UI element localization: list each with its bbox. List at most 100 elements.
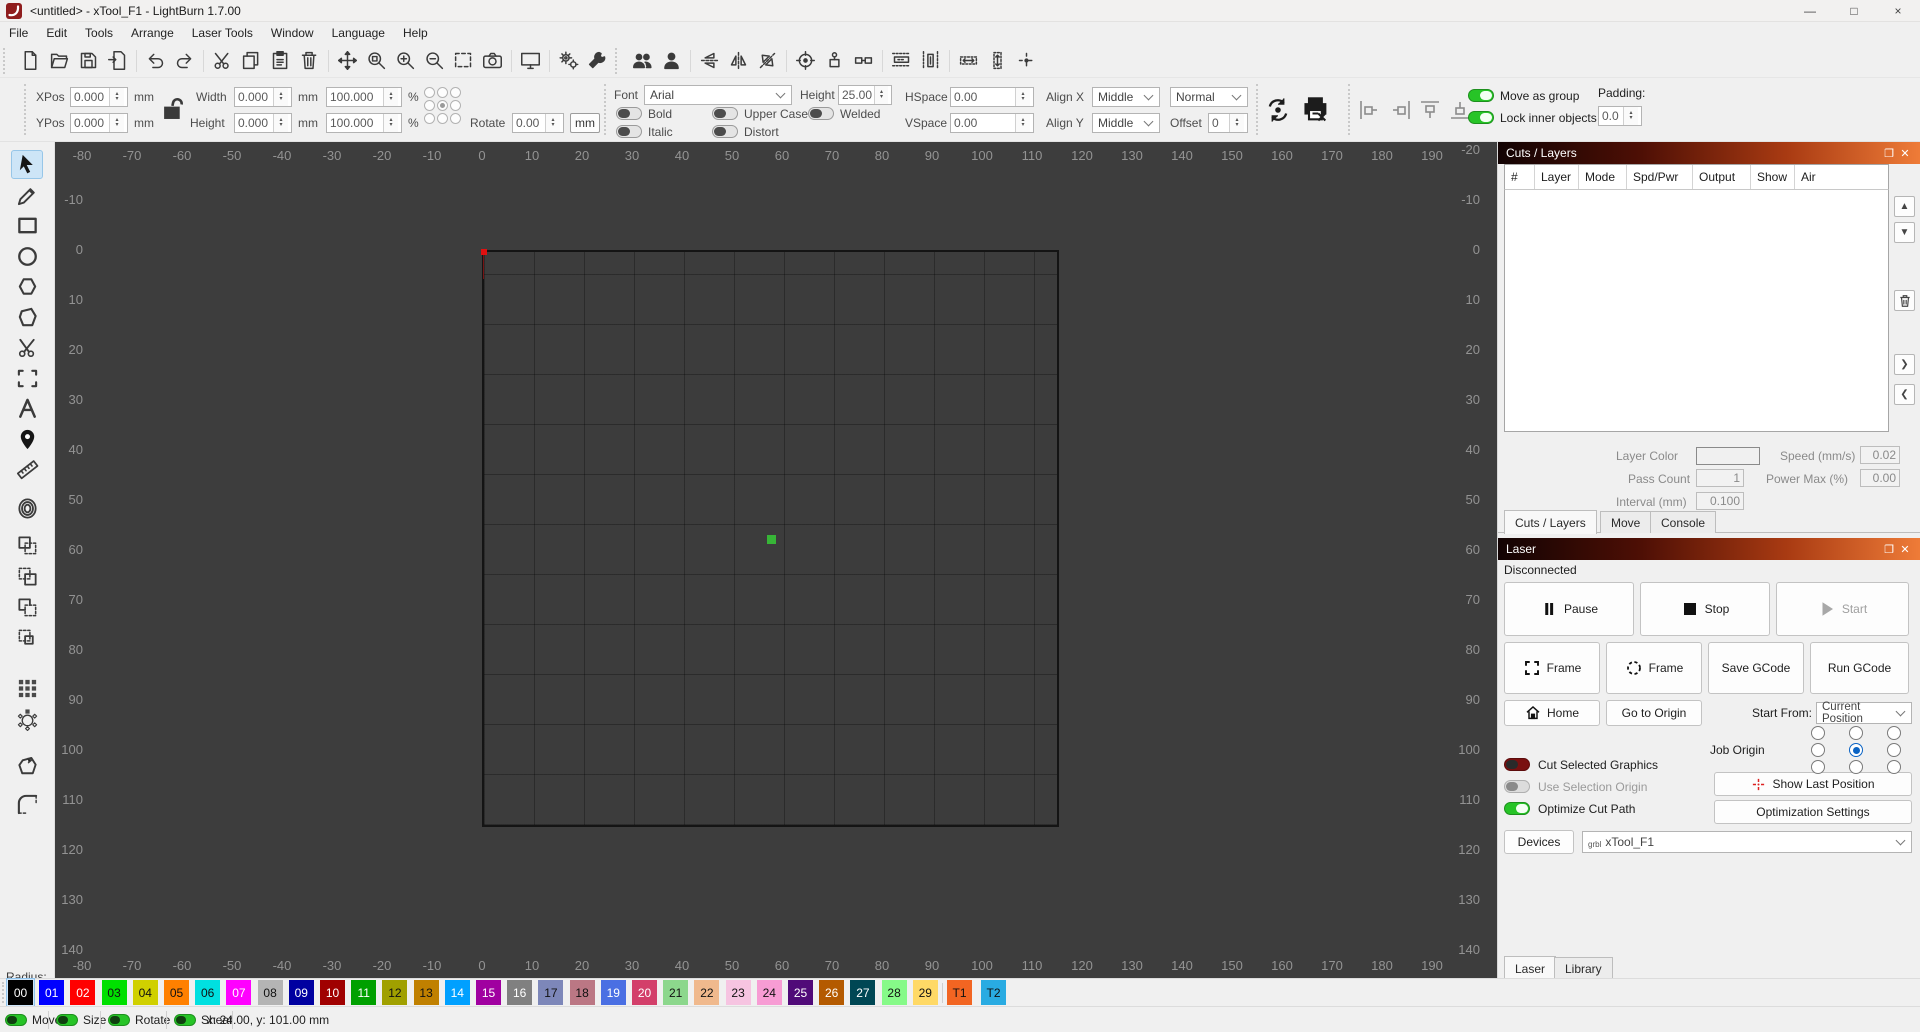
toolbar-handle[interactable] (604, 84, 606, 135)
ypos-spinner[interactable]: ▴ ▾ (109, 114, 124, 132)
toolbar-handle[interactable] (24, 84, 26, 135)
anchor-point-grid[interactable] (424, 87, 463, 126)
palette-color-16[interactable]: 16 (507, 980, 533, 1005)
rotate-toggle[interactable] (108, 1014, 130, 1026)
group-icon[interactable] (628, 46, 657, 75)
trim-tool[interactable] (11, 333, 43, 362)
palette-color-19[interactable]: 19 (600, 980, 626, 1005)
push-up-icon[interactable] (1418, 98, 1442, 122)
column-header-show[interactable]: Show (1751, 165, 1795, 189)
push-right-icon[interactable] (1388, 98, 1412, 122)
position-laser-tool[interactable] (11, 425, 43, 454)
status-toggle-rotate[interactable]: Rotate (108, 1007, 170, 1032)
job-origin-radio[interactable] (1849, 760, 1863, 774)
job-origin-radio[interactable] (1849, 726, 1863, 740)
cut-selected-toggle[interactable] (1504, 758, 1530, 771)
palette-color-29[interactable]: 29 (912, 980, 938, 1005)
use-selection-origin-toggle[interactable] (1504, 780, 1530, 793)
polygon-tool[interactable] (11, 272, 43, 301)
column-header-mode[interactable]: Mode (1579, 165, 1627, 189)
show-last-position-button[interactable]: Show Last Position (1714, 772, 1912, 796)
layer-up-button[interactable]: ▲ (1894, 196, 1915, 217)
move-selection-icon[interactable] (849, 46, 878, 75)
palette-color-22[interactable]: 22 (694, 980, 720, 1005)
home-button[interactable]: Home (1504, 700, 1600, 726)
palette-color-24[interactable]: 24 (756, 980, 782, 1005)
lock-aspect-icon[interactable] (160, 96, 186, 122)
save-gcode-button[interactable]: Save GCode (1708, 642, 1804, 694)
palette-color-08[interactable]: 08 (257, 980, 283, 1005)
settings-gears-icon[interactable] (554, 46, 583, 75)
status-toggle-move[interactable]: Move (5, 1007, 61, 1032)
zoom-out-icon[interactable] (420, 46, 449, 75)
font-combo[interactable]: Arial (644, 85, 792, 105)
palette-color-03[interactable]: 03 (101, 980, 127, 1005)
speed-field[interactable]: 0.02 (1860, 446, 1900, 464)
match-width-icon[interactable] (954, 46, 983, 75)
zoom-page-icon[interactable] (362, 46, 391, 75)
import-icon[interactable] (103, 46, 132, 75)
paste-icon[interactable] (266, 46, 295, 75)
palette-color-T2[interactable]: T2 (981, 980, 1006, 1005)
float-panel-icon[interactable]: ❐ (1881, 147, 1897, 160)
flip-horizontal-icon[interactable] (724, 46, 753, 75)
maximize-button[interactable]: □ (1832, 0, 1876, 22)
measure-tool[interactable] (11, 455, 43, 484)
distort-toggle[interactable] (712, 125, 738, 138)
palette-color-20[interactable]: 20 (632, 980, 657, 1005)
open-icon[interactable] (45, 46, 74, 75)
center-selection-icon[interactable] (820, 46, 849, 75)
power-max-field[interactable]: 0.00 (1860, 469, 1900, 487)
bold-toggle[interactable] (616, 107, 642, 120)
menu-arrange[interactable]: Arrange (122, 22, 183, 44)
column-header--[interactable]: # (1505, 165, 1535, 189)
layers-list[interactable] (1504, 190, 1889, 432)
interval-field[interactable]: 0.100 (1696, 492, 1744, 510)
boolean-union-tool[interactable] (11, 531, 43, 560)
mirror-diagonal-icon[interactable] (753, 46, 782, 75)
convert-to-path-icon[interactable] (1264, 96, 1292, 124)
panel-collapse-button[interactable]: ❮ (1894, 384, 1915, 405)
units-button[interactable]: mm (570, 113, 600, 133)
text-tool[interactable] (11, 394, 43, 423)
show-position-icon[interactable] (1012, 46, 1041, 75)
palette-color-23[interactable]: 23 (725, 980, 751, 1005)
close-panel-icon[interactable]: ✕ (1897, 543, 1913, 556)
match-height-icon[interactable] (983, 46, 1012, 75)
move-as-group-toggle[interactable] (1468, 89, 1494, 102)
palette-color-13[interactable]: 13 (413, 980, 439, 1005)
float-panel-icon[interactable]: ❐ (1881, 543, 1897, 556)
height-percent-field[interactable]: 100.000 ▴ ▾ (326, 113, 402, 133)
stop-button[interactable]: Stop (1640, 582, 1770, 636)
padding-field[interactable]: 0.0 ▴ ▾ (1598, 106, 1642, 126)
job-origin-radio[interactable] (1811, 760, 1825, 774)
upper-case-toggle[interactable] (712, 107, 738, 120)
welded-toggle[interactable] (808, 107, 834, 120)
palette-color-12[interactable]: 12 (382, 980, 408, 1005)
column-header-layer[interactable]: Layer (1535, 165, 1579, 189)
ungroup-icon[interactable] (657, 46, 686, 75)
palette-color-07[interactable]: 07 (226, 980, 252, 1005)
devices-button[interactable]: Devices (1504, 830, 1574, 854)
toolbar-handle[interactable] (3, 47, 13, 74)
status-toggle-size[interactable]: Size (56, 1007, 106, 1032)
close-path-tool[interactable] (11, 753, 43, 782)
xpos-field[interactable]: 0.000 ▴ ▾ (70, 87, 128, 107)
edit-nodes-tool[interactable] (11, 303, 43, 332)
rectangle-tool[interactable] (11, 211, 43, 240)
circular-array-tool[interactable] (11, 705, 43, 734)
select-tool[interactable] (11, 150, 43, 179)
menu-window[interactable]: Window (262, 22, 323, 44)
palette-color-25[interactable]: 25 (788, 980, 813, 1005)
menu-tools[interactable]: Tools (76, 22, 122, 44)
print-and-cut-icon[interactable] (1302, 96, 1330, 124)
panel-expand-button[interactable]: ❯ (1894, 354, 1915, 375)
fillet-tool[interactable] (11, 790, 43, 819)
toolbar-handle[interactable] (1348, 84, 1350, 135)
minimize-button[interactable]: — (1788, 0, 1832, 22)
text-style-combo[interactable]: Normal (1170, 87, 1248, 107)
toolbar-handle[interactable] (615, 47, 625, 74)
xpos-spinner[interactable]: ▴ ▾ (109, 88, 124, 106)
close-panel-icon[interactable]: ✕ (1897, 147, 1913, 160)
zoom-in-icon[interactable] (391, 46, 420, 75)
